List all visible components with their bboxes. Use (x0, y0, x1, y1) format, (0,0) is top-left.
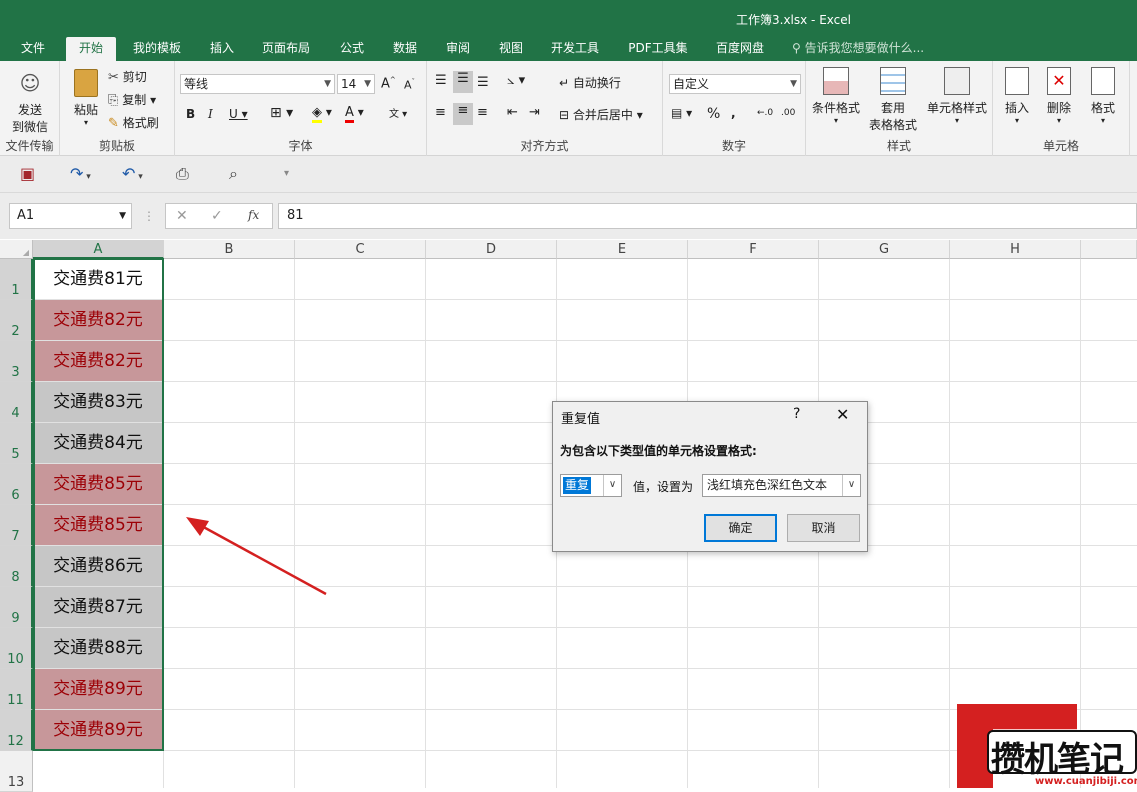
arrow-to-cells (186, 517, 327, 596)
cancel-button[interactable]: 取消 (787, 514, 860, 542)
ok-button[interactable]: 确定 (704, 514, 777, 542)
watermark-logo: 攒机笔记 www.cuanjibiji.com (957, 704, 1137, 788)
chevron-down-icon: ∨ (603, 475, 621, 496)
help-icon[interactable]: ? (793, 406, 800, 422)
chevron-down-icon: ∨ (842, 475, 860, 496)
dialog-title: 重复值 (561, 412, 601, 427)
close-icon[interactable]: ✕ (836, 405, 849, 424)
logo-url: www.cuanjibiji.com (1035, 776, 1137, 787)
set-as-label: 值，设置为 (633, 480, 694, 494)
format-style-select[interactable]: 浅红填充色深红色文本 ∨ (702, 474, 861, 497)
duplicate-values-dialog: 重复值 ? ✕ 为包含以下类型值的单元格设置格式: 重复 ∨ 值，设置为 浅红填… (552, 401, 868, 552)
format-style-value: 浅红填充色深红色文本 (707, 478, 828, 492)
duplicate-type-select[interactable]: 重复 ∨ (560, 474, 622, 497)
annotation-arrows (186, 492, 579, 596)
dialog-prompt: 为包含以下类型值的单元格设置格式: (560, 444, 757, 458)
logo-text: 攒机笔记 (991, 740, 1124, 780)
duplicate-type-value: 重复 (563, 477, 592, 494)
